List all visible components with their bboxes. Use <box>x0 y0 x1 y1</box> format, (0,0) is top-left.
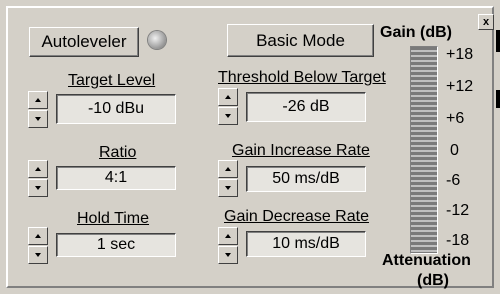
gain-increase-label: Gain Increase Rate <box>232 142 370 159</box>
arrow-up-icon <box>35 98 41 102</box>
arrow-up-icon <box>225 95 231 99</box>
arrow-down-icon <box>35 186 41 190</box>
threshold-spinner[interactable] <box>218 88 238 126</box>
threshold-label: Threshold Below Target <box>218 69 386 86</box>
ratio-field[interactable]: 4:1 <box>56 166 176 190</box>
status-led-icon <box>148 31 166 49</box>
basic-mode-button[interactable]: Basic Mode <box>227 24 374 57</box>
hold-time-decrement-button[interactable] <box>28 246 48 264</box>
autoleveler-button-label: Autoleveler <box>41 32 127 51</box>
autoleveler-button[interactable]: Autoleveler <box>29 27 139 57</box>
threshold-decrement-button[interactable] <box>218 107 238 125</box>
gain-decrease-decrement-button[interactable] <box>218 246 238 264</box>
hold-time-field[interactable]: 1 sec <box>56 233 176 257</box>
gain-tick-label: +12 <box>446 78 474 95</box>
threshold-field[interactable]: -26 dB <box>246 92 366 122</box>
arrow-down-icon <box>225 186 231 190</box>
gain-tick-label: -6 <box>446 172 461 189</box>
gain-decrease-label: Gain Decrease Rate <box>224 208 369 225</box>
gain-decrease-increment-button[interactable] <box>218 227 238 245</box>
basic-mode-button-label: Basic Mode <box>256 30 345 50</box>
target-level-field[interactable]: -10 dBu <box>56 94 176 124</box>
autoleveler-panel: Autoleveler Basic Mode Target Level -10 … <box>0 0 500 294</box>
ratio-increment-button[interactable] <box>28 160 48 178</box>
target-level-label: Target Level <box>68 72 156 89</box>
hold-time-increment-button[interactable] <box>28 227 48 245</box>
hold-time-label: Hold Time <box>77 210 150 227</box>
gain-increase-field[interactable]: 50 ms/dB <box>246 166 366 192</box>
arrow-up-icon <box>225 167 231 171</box>
arrow-down-icon <box>35 117 41 121</box>
gain-tick-label: -18 <box>446 232 470 249</box>
target-level-decrement-button[interactable] <box>28 110 48 128</box>
gain-increase-decrement-button[interactable] <box>218 179 238 197</box>
ratio-decrement-button[interactable] <box>28 179 48 197</box>
gain-increase-increment-button[interactable] <box>218 160 238 178</box>
arrow-up-icon <box>35 234 41 238</box>
gain-tick-label: 0 <box>450 142 459 159</box>
threshold-increment-button[interactable] <box>218 88 238 106</box>
arrow-down-icon <box>225 253 231 257</box>
gain-decrease-spinner[interactable] <box>218 227 238 265</box>
attenuation-unit-label: (dB) <box>417 272 449 289</box>
window-edge-strip <box>490 0 500 294</box>
attenuation-label: Attenuation <box>382 252 471 269</box>
gain-decrease-field[interactable]: 10 ms/dB <box>246 231 366 257</box>
gain-increase-spinner[interactable] <box>218 160 238 198</box>
ratio-spinner[interactable] <box>28 160 48 198</box>
arrow-up-icon <box>35 167 41 171</box>
hold-time-spinner[interactable] <box>28 227 48 265</box>
target-level-increment-button[interactable] <box>28 91 48 109</box>
gain-meter-bar <box>410 46 438 254</box>
arrow-up-icon <box>225 234 231 238</box>
gain-tick-label: +6 <box>446 110 465 127</box>
ratio-label: Ratio <box>99 144 137 161</box>
target-level-spinner[interactable] <box>28 91 48 129</box>
gain-meter-title: Gain (dB) <box>380 24 452 41</box>
arrow-down-icon <box>225 114 231 118</box>
arrow-down-icon <box>35 253 41 257</box>
gain-tick-label: +18 <box>446 46 474 63</box>
gain-tick-label: -12 <box>446 202 470 219</box>
